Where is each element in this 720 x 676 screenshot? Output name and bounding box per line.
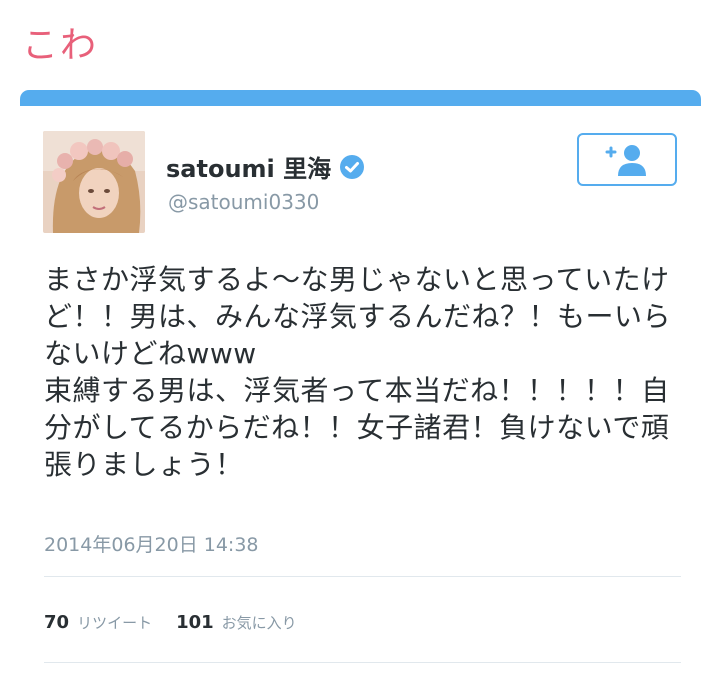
- tweet-stats: 70 リツイート 101 お気に入り: [44, 612, 297, 633]
- display-name[interactable]: satoumi 里海: [166, 149, 331, 184]
- favorite-label[interactable]: お気に入り: [222, 612, 297, 633]
- follow-button[interactable]: [577, 133, 677, 186]
- divider-top: [44, 576, 681, 577]
- tweet-text: まさか浮気するよ〜な男じゃないと思っていたけど！！男は、みんな浮気するんだね？！…: [44, 263, 672, 481]
- divider-bottom: [44, 662, 681, 663]
- retweet-count[interactable]: 70: [44, 612, 69, 633]
- favorite-count[interactable]: 101: [176, 612, 214, 633]
- name-row: satoumi 里海: [166, 149, 365, 184]
- page-heading: こわ: [22, 25, 99, 66]
- avatar[interactable]: [43, 131, 145, 233]
- tweet-card: satoumi 里海 @satoumi0330 まさか浮気するよ〜な男じゃないと…: [20, 106, 701, 676]
- tweet-timestamp[interactable]: 2014年06月20日 14:38: [44, 530, 259, 557]
- user-handle[interactable]: @satoumi0330: [168, 190, 319, 214]
- avatar-image: [43, 131, 145, 233]
- verified-badge-icon: [340, 154, 365, 179]
- retweet-label[interactable]: リツイート: [77, 612, 152, 633]
- add-user-icon: [605, 144, 646, 176]
